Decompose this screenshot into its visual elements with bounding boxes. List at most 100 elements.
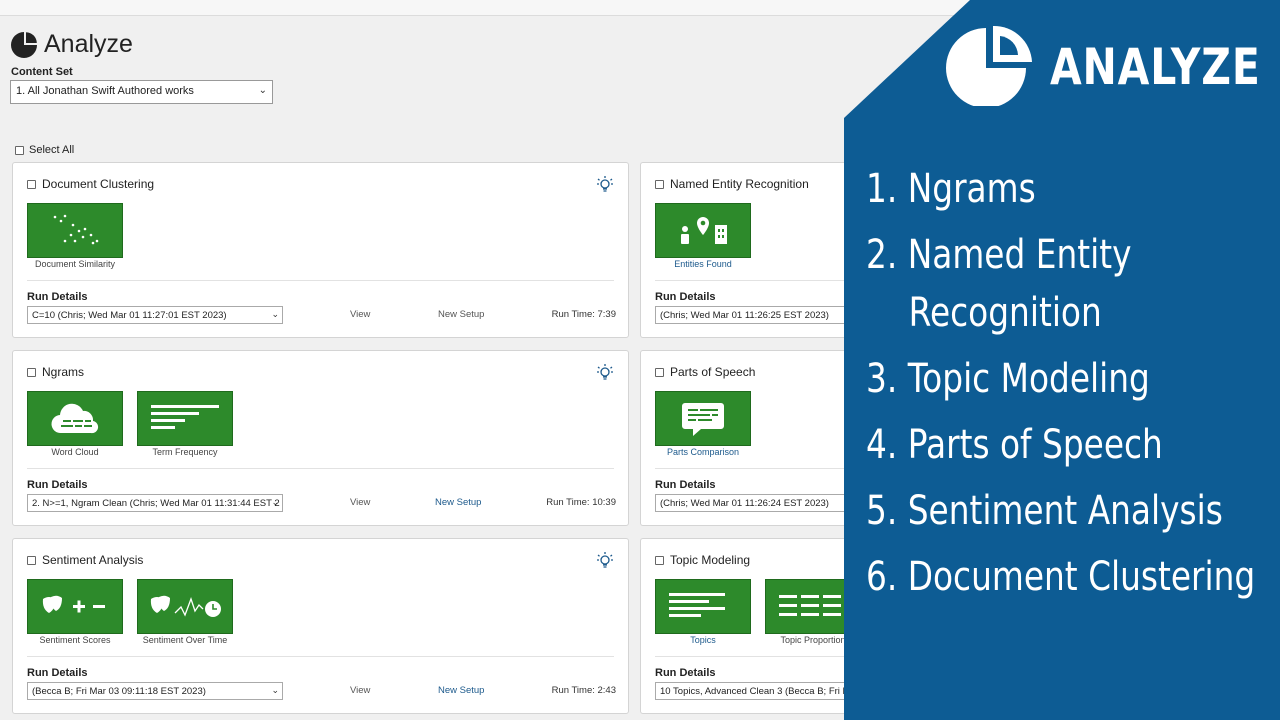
card-checkbox[interactable] — [27, 555, 36, 565]
overlay-item-text: 1. Ngrams — [866, 166, 1036, 212]
run-details-select[interactable]: 2. N>=1, Ngram Clean (Chris; Wed Mar 01 … — [27, 494, 283, 512]
card-header: Ngrams — [27, 365, 84, 379]
tile-topics[interactable] — [655, 579, 751, 634]
view-link[interactable]: View — [350, 685, 370, 696]
overlay-item: 3. Topic Modeling — [866, 350, 1255, 408]
run-details-select[interactable]: 10 Topics, Advanced Clean 3 (Becca B; Fr… — [655, 682, 847, 700]
card-title: Parts of Speech — [670, 365, 756, 379]
run-details-label: Run Details — [27, 667, 88, 679]
run-time: Run Time: 2:43 — [551, 685, 616, 696]
card-document-clustering: Document Clustering Document Similarity … — [12, 162, 629, 338]
tile-entities-found[interactable] — [655, 203, 751, 258]
tile-label: Document Similarity — [34, 259, 116, 269]
view-link[interactable]: View — [350, 497, 370, 508]
run-details-select[interactable]: (Chris; Wed Mar 01 11:26:24 EST 2023) — [655, 494, 847, 512]
run-details-label: Run Details — [27, 479, 88, 491]
card-checkbox[interactable] — [655, 555, 664, 565]
divider — [27, 280, 614, 281]
run-details-select[interactable]: C=10 (Chris; Wed Mar 01 11:27:01 EST 202… — [27, 306, 283, 324]
tile-label: Sentiment Over Time — [142, 635, 228, 645]
tile-parts-comparison[interactable] — [655, 391, 751, 446]
run-details-value: (Chris; Wed Mar 01 11:26:24 EST 2023) — [660, 498, 829, 509]
theater-masks-icon — [42, 595, 105, 613]
card-title: Topic Modeling — [670, 553, 751, 567]
scatter-icon — [53, 214, 99, 244]
tile-label: Topics — [690, 635, 716, 645]
tile-sentiment-scores[interactable] — [27, 579, 123, 634]
card-checkbox[interactable] — [655, 367, 664, 377]
overlay-item-text: 2. Named Entity — [866, 232, 1132, 278]
run-details-label: Run Details — [655, 479, 716, 491]
card-header: Named Entity Recognition — [655, 177, 809, 191]
lightbulb-icon[interactable] — [596, 551, 614, 569]
run-details-label: Run Details — [655, 291, 716, 303]
tile-label: Sentiment Scores — [39, 635, 111, 645]
new-setup-link[interactable]: New Setup — [438, 685, 484, 696]
card-checkbox[interactable] — [655, 179, 664, 189]
run-details-value: 10 Topics, Advanced Clean 3 (Becca B; Fr… — [660, 686, 847, 697]
new-setup-link[interactable]: New Setup — [438, 309, 484, 320]
select-all-checkbox[interactable] — [15, 145, 24, 155]
overlay-item-text: 3. Topic Modeling — [866, 356, 1150, 402]
card-header: Topic Modeling — [655, 553, 750, 567]
card-header: Sentiment Analysis — [27, 553, 143, 567]
card-title: Ngrams — [42, 365, 85, 379]
card-header: Parts of Speech — [655, 365, 755, 379]
content-set-select[interactable]: 1. All Jonathan Swift Authored works ⌄ — [10, 80, 273, 104]
chevron-down-icon: ⌄ — [271, 309, 279, 319]
overlay-item-text: Recognition — [908, 290, 1102, 336]
tile-label: Word Cloud — [51, 447, 99, 457]
overlay-list: 1. Ngrams 2. Named Entity Recognition 3. … — [866, 160, 1280, 614]
overlay-item: 2. Named Entity Recognition — [866, 226, 1255, 342]
tile-label: Parts Comparison — [666, 447, 740, 457]
run-details-value: C=10 (Chris; Wed Mar 01 11:27:01 EST 202… — [32, 310, 227, 321]
card-checkbox[interactable] — [27, 179, 36, 189]
card-sentiment-analysis: Sentiment Analysis Sentiment Scores Sent… — [12, 538, 629, 714]
divider — [27, 656, 614, 657]
run-time: Run Time: 10:39 — [546, 497, 616, 508]
card-parts-of-speech: Parts of Speech Parts Comparison Run Det… — [640, 350, 860, 526]
table-rows-icon — [779, 594, 841, 616]
overlay-item-text: 4. Parts of Speech — [866, 422, 1163, 468]
tile-word-cloud[interactable] — [27, 391, 123, 446]
run-details-select[interactable]: (Becca B; Fri Mar 03 09:11:18 EST 2023) … — [27, 682, 283, 700]
view-link[interactable]: View — [350, 309, 370, 320]
analyze-logo-icon — [946, 25, 1032, 106]
run-details-value: 2. N>=1, Ngram Clean (Chris; Wed Mar 01 … — [32, 498, 280, 509]
card-title: Sentiment Analysis — [42, 553, 144, 567]
lightbulb-icon[interactable] — [596, 175, 614, 193]
card-title: Document Clustering — [42, 177, 155, 191]
run-details-label: Run Details — [655, 667, 716, 679]
new-setup-link[interactable]: New Setup — [435, 497, 481, 508]
content-set-label: Content Set — [11, 66, 73, 78]
overlay-brand: ANALYZE — [1050, 38, 1261, 96]
text-lines-icon — [151, 404, 219, 429]
card-title: Named Entity Recognition — [670, 177, 809, 191]
person-pin-building-icon — [681, 216, 727, 244]
chevron-down-icon: ⌄ — [258, 85, 267, 96]
select-all[interactable]: Select All — [15, 144, 74, 156]
lightbulb-icon[interactable] — [596, 363, 614, 381]
overlay-item: 5. Sentiment Analysis — [866, 482, 1255, 540]
tile-label: Entities Found — [674, 259, 732, 269]
tile-label: Term Frequency — [152, 447, 218, 457]
card-checkbox[interactable] — [27, 367, 36, 377]
card-named-entity-recognition: Named Entity Recognition Entities Found … — [640, 162, 860, 338]
run-details-select[interactable]: (Chris; Wed Mar 01 11:26:25 EST 2023) — [655, 306, 847, 324]
tile-sentiment-over-time[interactable] — [137, 579, 233, 634]
analyze-logo-icon — [11, 31, 37, 58]
tile-document-similarity[interactable] — [27, 203, 123, 258]
app-header: Analyze — [10, 30, 133, 59]
divider — [655, 280, 860, 281]
app-title: Analyze — [44, 30, 133, 58]
run-time: Run Time: 7:39 — [551, 309, 616, 320]
select-all-label: Select All — [29, 144, 75, 156]
card-header: Document Clustering — [27, 177, 154, 191]
divider — [27, 468, 614, 469]
overlay-item-text: 6. Document Clustering — [866, 554, 1256, 600]
text-lines-icon — [669, 592, 725, 617]
overlay-item: 1. Ngrams — [866, 160, 1255, 218]
cloud-icon — [51, 403, 99, 433]
tile-term-frequency[interactable] — [137, 391, 233, 446]
chevron-down-icon: ⌄ — [271, 497, 279, 507]
